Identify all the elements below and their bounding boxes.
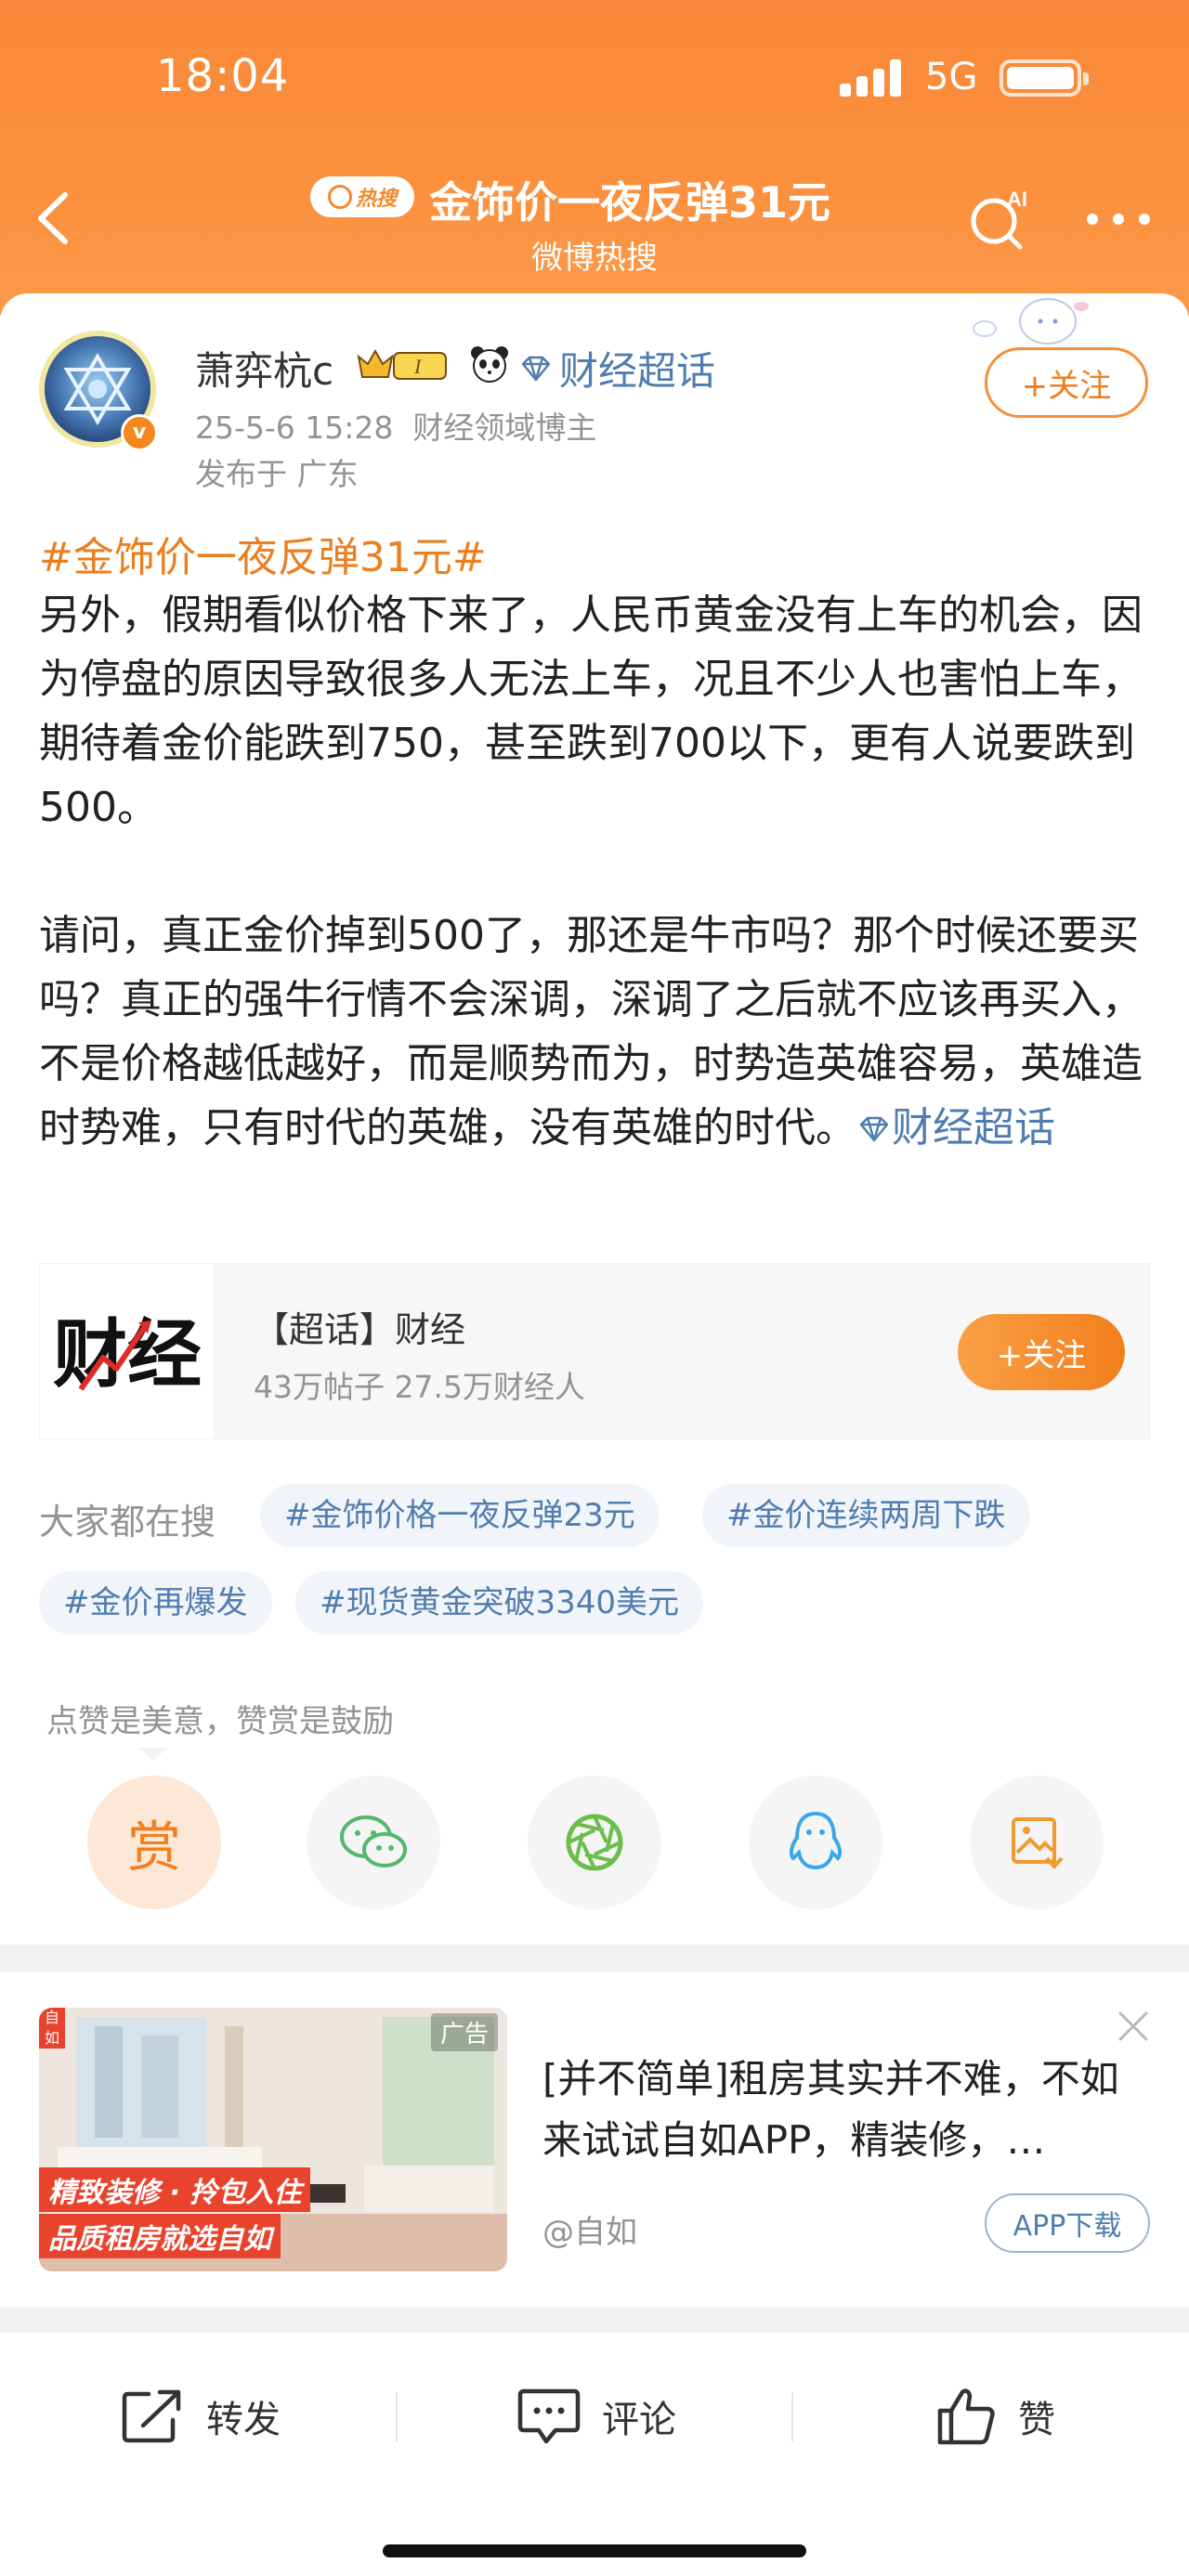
hint-pointer-icon	[139, 1748, 167, 1761]
post-date: 25-5-6 15:28	[195, 410, 394, 446]
save-image-button[interactable]	[970, 1776, 1104, 1909]
post-paragraph-1: 另外，假期看似价格下来了，人民币黄金没有上车的机会，因为停盘的原因导致很多人无法…	[39, 592, 1143, 831]
repost-button[interactable]: 转发	[121, 2379, 281, 2453]
username[interactable]: 萧弈杭c	[195, 340, 333, 397]
thumbs-up-icon	[937, 2388, 995, 2445]
reward-button[interactable]: 赏	[87, 1776, 221, 1909]
ad-app-badge: 自如	[39, 2008, 65, 2049]
ad-source[interactable]: @自如	[542, 2206, 637, 2252]
finance-logo-icon: 财经	[53, 1311, 202, 1398]
panda-icon	[471, 346, 508, 383]
author-identity: 财经领域博主	[412, 410, 597, 446]
comment-button[interactable]: 评论	[516, 2379, 676, 2453]
super-topic-card[interactable]: 财经 【超话】财经 43万帖子 27.5万财经人 +关注	[39, 1263, 1150, 1439]
section-divider	[0, 1945, 1189, 1972]
super-topic-link[interactable]: 财经超话	[520, 340, 715, 397]
star-emblem-icon	[63, 353, 132, 425]
diamond-icon	[521, 356, 551, 381]
search-chip[interactable]: #金饰价格一夜反弹23元	[260, 1484, 660, 1547]
divider	[791, 2392, 793, 2442]
ad-image[interactable]: 自如 广告 精致装修 · 拎包入住 品质租房就选自如	[39, 2008, 507, 2271]
diamond-icon	[859, 1116, 889, 1142]
ai-search-icon: AI	[971, 188, 1027, 250]
qq-penguin-icon	[789, 1811, 843, 1870]
svg-text:AI: AI	[1007, 188, 1027, 211]
divider	[396, 2392, 398, 2442]
ad-badge: 广告	[430, 2013, 498, 2051]
trending-search-label: 大家都在搜	[39, 1502, 216, 1542]
battery-icon	[1000, 59, 1089, 97]
ad-close-button[interactable]	[1113, 2006, 1154, 2047]
signal-icon	[840, 59, 907, 97]
qq-share-button[interactable]	[749, 1776, 882, 1909]
super-topic-logo: 财经	[40, 1264, 213, 1438]
super-topic-title: 【超话】财经	[254, 1309, 466, 1350]
search-icon	[327, 185, 352, 209]
camera-aperture-icon	[566, 1814, 623, 1871]
post-location: 发布于 广东	[195, 456, 359, 492]
search-chip[interactable]: #金价连续两周下跌	[702, 1484, 1030, 1547]
section-divider	[0, 2307, 1189, 2333]
verified-badge-icon: v	[121, 414, 158, 451]
page-title: 金饰价一夜反弹31元	[429, 177, 831, 228]
network-label: 5G	[925, 56, 978, 98]
home-indicator	[383, 2544, 806, 2557]
search-chip[interactable]: #金价再爆发	[39, 1571, 272, 1634]
moments-share-button[interactable]	[528, 1776, 661, 1909]
repost-icon	[122, 2389, 181, 2443]
wechat-share-button[interactable]	[307, 1776, 440, 1909]
wechat-icon	[340, 1815, 407, 1867]
vip-crown-badge-icon: I	[357, 348, 447, 380]
super-topic-stats: 43万帖子 27.5万财经人	[254, 1369, 585, 1405]
like-button[interactable]: 赞	[936, 2379, 1055, 2453]
ad-download-button[interactable]: APP下载	[985, 2193, 1150, 2253]
header-bar: 18:04 5G 热搜 金饰价一夜反弹31元 微博热搜 AI	[0, 0, 1189, 316]
follow-button[interactable]: +关注	[985, 347, 1148, 418]
ad-text[interactable]: [并不简单]租房其实并不难，不如来试试自如APP，精装修，…	[542, 2049, 1137, 2171]
status-time: 18:04	[156, 50, 290, 102]
more-options-button[interactable]	[1087, 214, 1150, 227]
topic-hashtag[interactable]: #金饰价一夜反弹31元#	[39, 524, 487, 583]
ad-banner-line-2: 品质租房就选自如	[39, 2214, 281, 2258]
ai-search-button[interactable]: AI	[966, 186, 1031, 251]
close-icon	[1118, 2011, 1148, 2041]
ad-banner-line-1: 精致装修 · 拎包入住	[39, 2167, 311, 2212]
image-download-icon	[1012, 1817, 1064, 1870]
hot-search-badge: 热搜	[310, 176, 414, 217]
super-topic-follow-button[interactable]: +关注	[958, 1314, 1125, 1390]
inline-super-topic-link[interactable]: 财经超话	[856, 1104, 1055, 1151]
search-chip[interactable]: #现货黄金突破3340美元	[295, 1571, 704, 1634]
post-meta: 25-5-6 15:28 财经领域博主	[195, 403, 596, 448]
reward-hint: 点赞是美意，赞赏是鼓励	[46, 1703, 394, 1740]
bottom-action-bar: 转发 评论 赞	[0, 2333, 1189, 2576]
comment-icon	[517, 2388, 581, 2444]
post-body: 另外，假期看似价格下来了，人民币黄金没有上车的机会，因为停盘的原因导致很多人无法…	[39, 583, 1150, 1160]
